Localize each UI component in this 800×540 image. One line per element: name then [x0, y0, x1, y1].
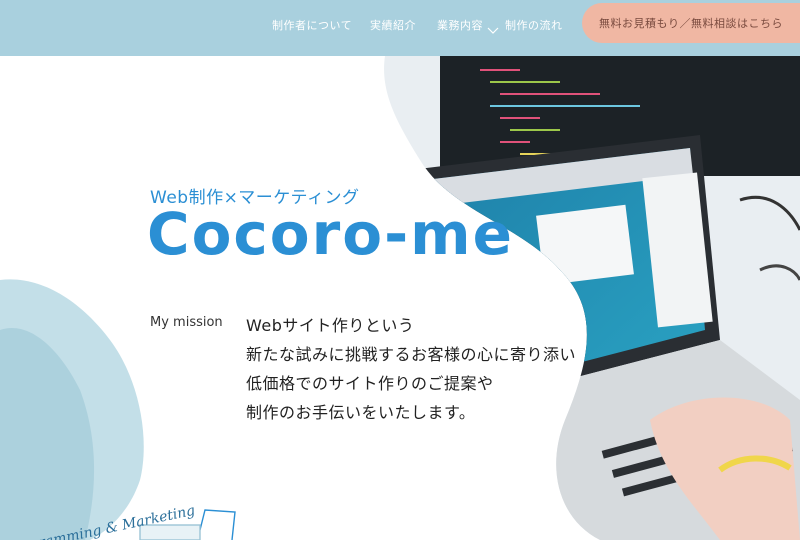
mission-label: My mission — [150, 315, 223, 330]
site-header: 制作者について 実績紹介 業務内容 制作の流れ 無料お見積もり／無料相談はこちら — [0, 0, 800, 56]
hero-background — [0, 56, 800, 540]
brand-title: Cocoro-me — [147, 200, 514, 268]
laptop-photo — [384, 56, 800, 540]
free-estimate-button[interactable]: 無料お見積もり／無料相談はこちら — [582, 3, 800, 43]
nav-item-about[interactable]: 制作者について — [272, 17, 352, 33]
mission-line: 新たな試みに挑戦するお客様の心に寄り添い — [246, 345, 577, 364]
decorative-script: Programming & Marketing — [3, 503, 196, 540]
nav-item-services[interactable]: 業務内容 — [437, 17, 483, 33]
mission-line: 制作のお手伝いをいたします。 — [246, 403, 476, 422]
mission-text: Webサイト作りという 新たな試みに挑戦するお客様の心に寄り添い 低価格でのサイ… — [246, 311, 576, 427]
nav-item-works[interactable]: 実績紹介 — [370, 17, 416, 33]
svg-text:Programming & Marketing: Programming & Marketing — [3, 503, 196, 540]
scroll-down-icon — [487, 27, 499, 34]
mission-line: 低価格でのサイト作りのご提案や — [246, 374, 494, 393]
mission-line: Webサイト作りという — [246, 316, 415, 335]
nav-item-flow[interactable]: 制作の流れ — [505, 17, 563, 33]
